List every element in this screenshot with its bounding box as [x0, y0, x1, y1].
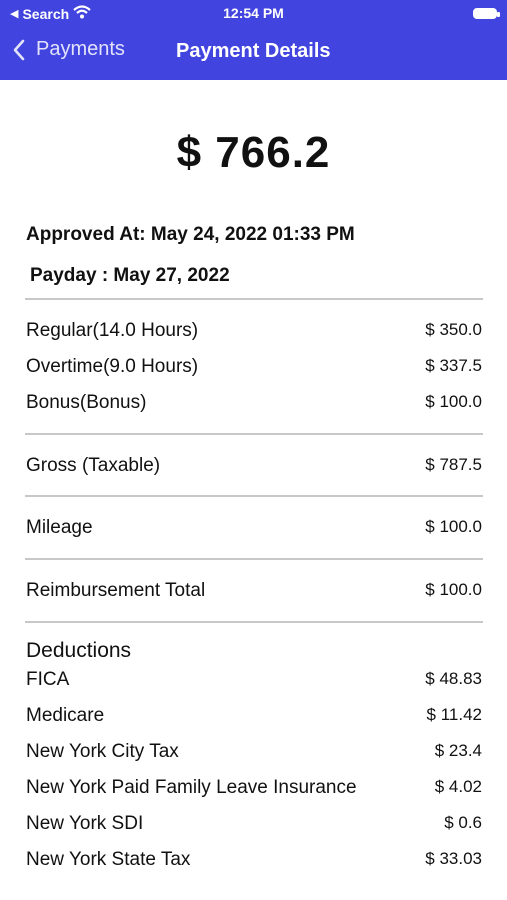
reimbursement-label: Reimbursement Total	[26, 580, 206, 601]
deduction-label: FICA	[26, 669, 70, 690]
deduction-label: New York Paid Family Leave Insurance	[26, 777, 357, 798]
app-header: ◀ Search 12:54 PM Payments Payment Detai…	[0, 0, 507, 80]
deduction-value: $ 11.42	[426, 705, 482, 724]
deduction-value: $ 33.03	[425, 849, 482, 868]
divider	[25, 433, 483, 435]
gross-value: $ 787.5	[425, 455, 482, 474]
reimbursement-value: $ 100.0	[425, 580, 482, 599]
earning-label: Regular(14.0 Hours)	[26, 320, 199, 341]
payday: Payday : May 27, 2022	[30, 265, 230, 286]
deduction-label: New York City Tax	[26, 741, 179, 762]
approved-at: Approved At: May 24, 2022 01:33 PM	[26, 224, 355, 245]
deduction-label: New York SDI	[26, 813, 144, 834]
deduction-value: $ 4.02	[434, 777, 482, 796]
deduction-row: New York State Tax $ 33.03	[26, 849, 482, 873]
deduction-value: $ 0.6	[444, 813, 482, 832]
mileage-label: Mileage	[26, 517, 93, 538]
earning-value: $ 100.0	[425, 392, 482, 411]
page-title: Payment Details	[176, 40, 331, 62]
deduction-row: New York SDI $ 0.6	[26, 813, 482, 837]
deduction-label: New York State Tax	[26, 849, 191, 870]
deduction-value: $ 48.83	[425, 669, 482, 688]
navigation-bar: Payments Payment Details	[0, 38, 507, 68]
status-time: 12:54 PM	[223, 5, 284, 21]
back-button[interactable]: Payments	[12, 38, 125, 61]
deduction-row: FICA $ 48.83	[26, 669, 482, 693]
deduction-value: $ 23.4	[434, 741, 482, 760]
earning-label: Bonus(Bonus)	[26, 392, 147, 413]
earning-value: $ 337.5	[425, 356, 482, 375]
mileage-row: Mileage $ 100.0	[26, 517, 482, 541]
gross-row: Gross (Taxable) $ 787.5	[26, 455, 482, 479]
divider	[25, 495, 483, 497]
earning-label: Overtime(9.0 Hours)	[26, 356, 199, 377]
divider	[25, 298, 483, 300]
earning-value: $ 350.0	[425, 320, 482, 339]
back-button-label: Payments	[36, 38, 125, 60]
reimbursement-row: Reimbursement Total $ 100.0	[26, 580, 482, 604]
gross-label: Gross (Taxable)	[26, 455, 161, 476]
deduction-row: New York Paid Family Leave Insurance $ 4…	[26, 777, 482, 801]
earning-row: Regular(14.0 Hours) $ 350.0	[26, 320, 482, 344]
payment-amount: $ 766.2	[176, 128, 331, 177]
divider	[25, 621, 483, 623]
battery-icon	[473, 8, 500, 19]
mileage-value: $ 100.0	[425, 517, 482, 536]
status-bar: ◀ Search 12:54 PM	[0, 5, 507, 25]
deduction-row: New York City Tax $ 23.4	[26, 741, 482, 765]
deduction-row: Medicare $ 11.42	[26, 705, 482, 729]
divider	[25, 558, 483, 560]
deduction-label: Medicare	[26, 705, 105, 726]
earning-row: Overtime(9.0 Hours) $ 337.5	[26, 356, 482, 380]
chevron-left-icon	[12, 39, 26, 61]
deductions-heading: Deductions	[26, 639, 132, 662]
earning-row: Bonus(Bonus) $ 100.0	[26, 392, 482, 416]
